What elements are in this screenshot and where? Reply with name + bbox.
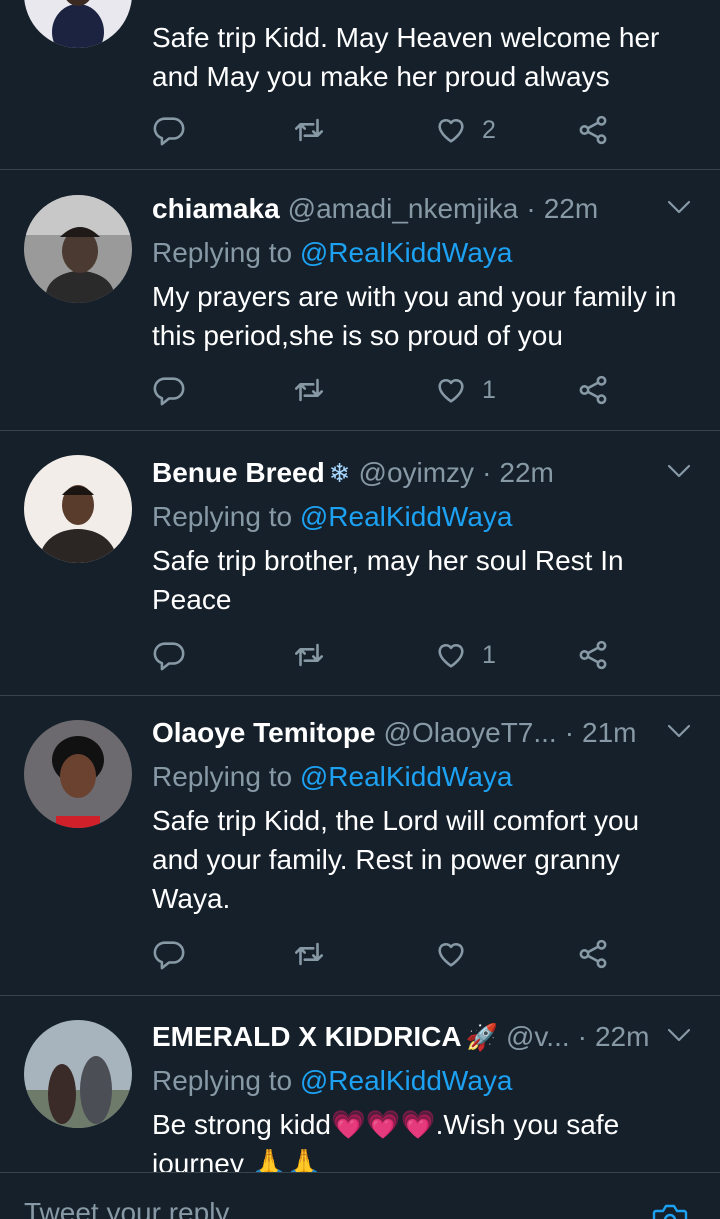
reply-button[interactable]: [152, 370, 186, 410]
replying-prefix: Replying to: [152, 761, 293, 792]
avatar-image: [24, 455, 132, 563]
replying-to: Replying to @RealKiddWaya: [152, 1061, 692, 1101]
tweet-text: My prayers are with you and your family …: [152, 281, 677, 351]
separator-dot: ·: [482, 457, 492, 488]
separator-dot: ·: [526, 193, 536, 224]
tweet[interactable]: Olaoye Temitope @OlaoyeT7... · 21m Reply…: [0, 696, 720, 996]
reply-button[interactable]: [152, 110, 186, 150]
mention-link[interactable]: @RealKiddWaya: [300, 501, 513, 532]
timestamp[interactable]: 22m: [499, 453, 553, 493]
chevron-down-icon[interactable]: [666, 461, 692, 481]
chevron-down-icon[interactable]: [666, 721, 692, 741]
like-button[interactable]: 2: [434, 110, 496, 150]
avatar[interactable]: [24, 0, 132, 48]
reply-button[interactable]: [152, 934, 186, 974]
reply-icon: [153, 117, 185, 146]
replying-to: Replying to @RealKiddWaya: [152, 233, 692, 273]
display-name[interactable]: Benue Breed: [152, 453, 325, 493]
tweet-text: Be strong kidd💗💗💗.Wish you safe journey …: [152, 1109, 620, 1176]
chevron-down-icon[interactable]: [666, 1025, 692, 1045]
share-icon: [579, 640, 607, 670]
heart-icon: [438, 943, 464, 967]
heart-icon: [438, 119, 464, 143]
snowflake-emoji: ❄: [328, 458, 351, 488]
tweet[interactable]: Safe trip Kidd. May Heaven welcome her a…: [0, 0, 720, 170]
timestamp[interactable]: 21m: [582, 713, 636, 753]
chevron-down-icon[interactable]: [666, 197, 692, 217]
share-icon: [579, 939, 607, 969]
replying-to: Replying to @RealKiddWaya: [152, 497, 692, 537]
avatar[interactable]: [24, 1020, 132, 1128]
retweet-icon: [294, 942, 324, 966]
separator-dot: ·: [577, 1021, 587, 1052]
retweet-button[interactable]: [292, 635, 326, 675]
user-handle[interactable]: @v...: [506, 1017, 570, 1057]
user-handle[interactable]: @amadi_nkemjika: [288, 189, 519, 229]
like-count: 2: [482, 115, 496, 144]
avatar-image: [24, 1020, 132, 1128]
retweet-icon: [294, 118, 324, 142]
mention-link[interactable]: @RealKiddWaya: [300, 237, 513, 268]
tweet-text: Safe trip Kidd. May Heaven welcome her a…: [152, 22, 660, 92]
user-handle[interactable]: @OlaoyeT7...: [384, 713, 557, 753]
tweet[interactable]: chiamaka @amadi_nkemjika · 22m Replying …: [0, 171, 720, 431]
heart-icon: [438, 379, 464, 403]
display-name[interactable]: EMERALD X KIDDRICA: [152, 1017, 462, 1057]
tweet-text: Safe trip Kidd, the Lord will comfort yo…: [152, 805, 640, 914]
tweet[interactable]: Benue Breed ❄ @oyimzy · 22m Replying to …: [0, 431, 720, 696]
reply-button[interactable]: [152, 635, 186, 675]
retweet-icon: [294, 643, 324, 667]
retweet-button[interactable]: [292, 370, 326, 410]
display-name[interactable]: Olaoye Temitope: [152, 713, 376, 753]
avatar-image: [24, 0, 132, 48]
like-button[interactable]: [434, 934, 482, 974]
reply-icon: [153, 377, 185, 406]
avatar-image: [24, 195, 132, 303]
share-button[interactable]: [576, 370, 610, 410]
replying-prefix: Replying to: [152, 501, 293, 532]
like-count: 1: [482, 375, 496, 404]
like-count: 1: [482, 640, 496, 669]
share-icon: [579, 115, 607, 145]
avatar[interactable]: [24, 455, 132, 563]
avatar[interactable]: [24, 195, 132, 303]
retweet-button[interactable]: [292, 934, 326, 974]
reply-icon: [153, 642, 185, 671]
replying-prefix: Replying to: [152, 237, 293, 268]
tweet[interactable]: EMERALD X KIDDRICA 🚀 @v... · 22m Replyin…: [0, 996, 720, 1176]
camera-icon[interactable]: [650, 1201, 690, 1219]
heart-icon: [438, 644, 464, 668]
share-button[interactable]: [576, 934, 610, 974]
user-handle[interactable]: @oyimzy: [359, 453, 475, 493]
avatar-image: [24, 720, 132, 828]
reply-compose-bar[interactable]: Tweet your reply: [0, 1172, 720, 1219]
retweet-icon: [294, 378, 324, 402]
replying-prefix: Replying to: [152, 1065, 293, 1096]
share-button[interactable]: [576, 635, 610, 675]
timestamp[interactable]: 22m: [544, 189, 598, 229]
display-name[interactable]: chiamaka: [152, 189, 280, 229]
like-button[interactable]: 1: [434, 635, 496, 675]
reply-icon: [153, 941, 185, 970]
tweet-text: Safe trip brother, may her soul Rest In …: [152, 545, 624, 615]
avatar[interactable]: [24, 720, 132, 828]
timestamp[interactable]: 22m: [595, 1017, 649, 1057]
mention-link[interactable]: @RealKiddWaya: [300, 1065, 513, 1096]
rocket-emoji: 🚀: [465, 1022, 498, 1052]
mention-link[interactable]: @RealKiddWaya: [300, 761, 513, 792]
reply-input[interactable]: Tweet your reply: [24, 1197, 229, 1219]
share-icon: [579, 375, 607, 405]
like-button[interactable]: 1: [434, 370, 496, 410]
retweet-button[interactable]: [292, 110, 326, 150]
separator-dot: ·: [564, 717, 575, 748]
replying-to: Replying to @RealKiddWaya: [152, 757, 692, 797]
share-button[interactable]: [576, 110, 610, 150]
